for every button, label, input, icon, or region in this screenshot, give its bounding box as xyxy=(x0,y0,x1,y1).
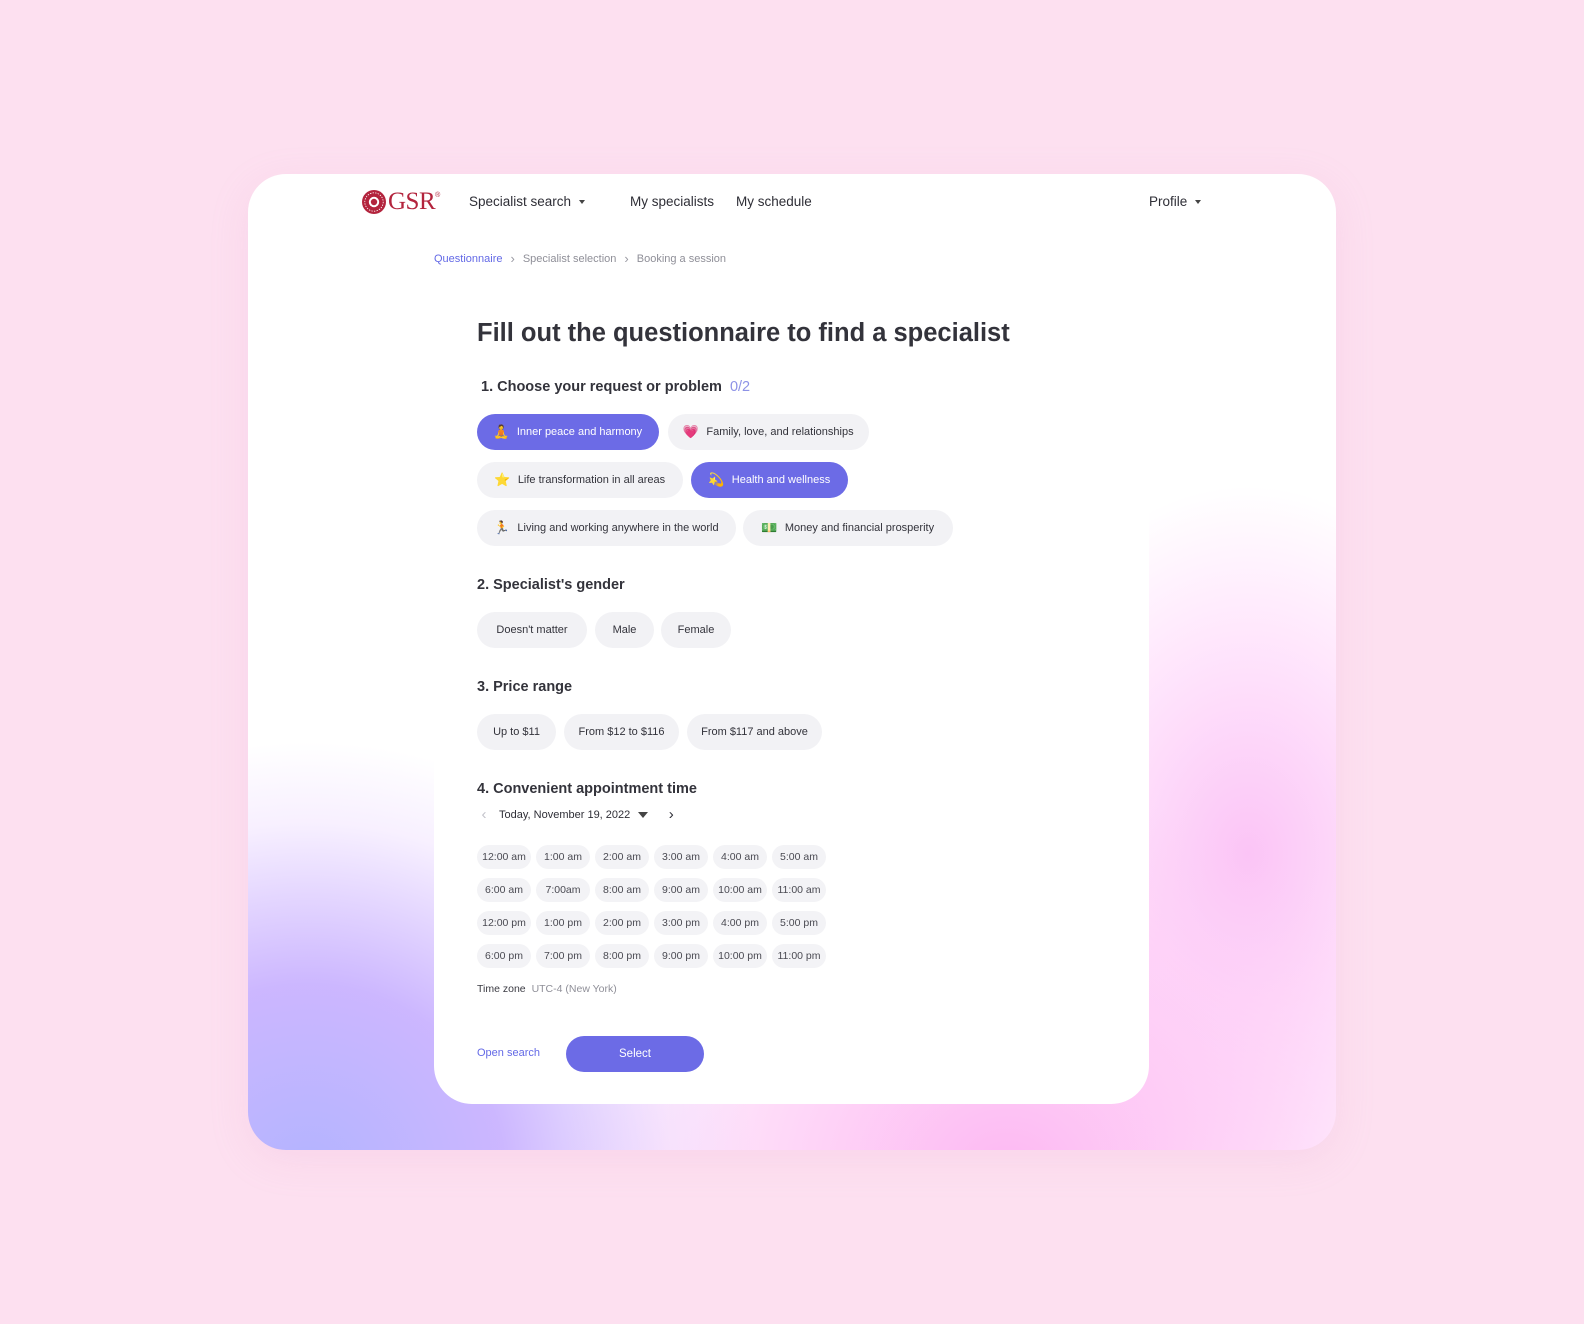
logo-emblem-icon xyxy=(362,190,386,214)
time-slot[interactable]: 7:00am xyxy=(536,878,590,902)
time-slot[interactable]: 8:00 am xyxy=(595,878,649,902)
nav-my-specialists[interactable]: My specialists xyxy=(630,194,714,209)
time-slot[interactable]: 12:00 pm xyxy=(477,911,531,935)
chip-label: Inner peace and harmony xyxy=(516,426,643,438)
time-slot[interactable]: 5:00 pm xyxy=(772,911,826,935)
time-slot[interactable]: 2:00 pm xyxy=(595,911,649,935)
sparkle-icon: 💫 xyxy=(708,472,725,487)
time-slot[interactable]: 5:00 am xyxy=(772,845,826,869)
time-slot[interactable]: 4:00 am xyxy=(713,845,767,869)
heart-icon: 💗 xyxy=(682,424,700,439)
breadcrumb: Questionnaire › Specialist selection › B… xyxy=(434,251,726,266)
chip-label: Money and financial prosperity xyxy=(784,522,935,534)
previous-day-chevron-icon[interactable]: ‹ xyxy=(477,806,491,823)
caret-down-icon xyxy=(579,199,586,204)
select-button[interactable]: Select xyxy=(566,1036,704,1072)
app-window: GSR ® Specialist search My specialists M… xyxy=(248,174,1336,1150)
time-slot[interactable]: 3:00 pm xyxy=(654,911,708,935)
time-slot[interactable]: 10:00 pm xyxy=(713,944,767,968)
time-slot[interactable]: 3:00 am xyxy=(654,845,708,869)
time-slot[interactable]: 9:00 am xyxy=(654,878,708,902)
chip-inner-peace[interactable]: 🧘 Inner peace and harmony xyxy=(477,414,659,450)
price-option-up-to-11[interactable]: Up to $11 xyxy=(477,714,556,750)
open-search-link[interactable]: Open search xyxy=(477,1047,540,1059)
date-dropdown-icon[interactable] xyxy=(638,811,649,818)
timezone-info: Time zone UTC-4 (New York) xyxy=(477,983,617,995)
chip-living-working[interactable]: 🏃 Living and working anywhere in the wor… xyxy=(477,510,736,546)
nav-profile[interactable]: Profile xyxy=(1149,194,1202,209)
gender-option-male[interactable]: Male xyxy=(595,612,654,648)
time-slot[interactable]: 11:00 am xyxy=(772,878,826,902)
nav-profile-label: Profile xyxy=(1149,194,1188,209)
chevron-right-icon: › xyxy=(510,251,515,266)
price-option-117-above[interactable]: From $117 and above xyxy=(687,714,822,750)
logo[interactable]: GSR ® xyxy=(361,188,440,216)
section-request-number: 1. xyxy=(481,379,494,395)
selection-counter: 0/2 xyxy=(729,379,751,395)
time-slot[interactable]: 6:00 am xyxy=(477,878,531,902)
time-slot[interactable]: 2:00 am xyxy=(595,845,649,869)
nav-my-schedule-label: My schedule xyxy=(736,194,812,209)
questionnaire-card: Fill out the questionnaire to find a spe… xyxy=(434,292,1149,1104)
time-slot[interactable]: 4:00 pm xyxy=(713,911,767,935)
time-slot[interactable]: 12:00 am xyxy=(477,845,531,869)
nav-my-specialists-label: My specialists xyxy=(630,194,715,209)
price-option-12-116[interactable]: From $12 to $116 xyxy=(564,714,679,750)
section-price-heading: 3. Price range xyxy=(477,679,573,695)
chip-money-prosperity[interactable]: 💵 Money and financial prosperity xyxy=(743,510,953,546)
nav-specialist-search[interactable]: Specialist search xyxy=(469,194,586,209)
nav-specialist-search-label: Specialist search xyxy=(469,194,572,209)
gender-option-female[interactable]: Female xyxy=(661,612,731,648)
breadcrumb-booking-session: Booking a session xyxy=(636,252,727,265)
section-time-heading: 4. Convenient appointment time xyxy=(477,781,697,797)
chip-life-transformation[interactable]: ⭐ Life transformation in all areas xyxy=(477,462,683,498)
chevron-right-icon: › xyxy=(624,251,629,266)
next-day-chevron-icon[interactable]: › xyxy=(664,806,678,823)
date-picker: ‹ Today, November 19, 2022 › xyxy=(477,806,678,823)
breadcrumb-questionnaire[interactable]: Questionnaire xyxy=(434,253,503,265)
running-person-icon: 🏃 xyxy=(493,520,510,535)
chip-label: Life transformation in all areas xyxy=(517,474,666,486)
timezone-label: Time zone xyxy=(477,983,526,995)
selected-date[interactable]: Today, November 19, 2022 xyxy=(499,809,630,821)
time-slot[interactable]: 7:00 pm xyxy=(536,944,590,968)
timezone-value: UTC-4 (New York) xyxy=(531,983,617,995)
chip-health-wellness[interactable]: 💫 Health and wellness xyxy=(691,462,848,498)
chip-label: Living and working anywhere in the world xyxy=(517,522,719,534)
chip-label: Family, love, and relationships xyxy=(706,426,854,438)
logo-registered-mark: ® xyxy=(435,192,441,199)
gender-option-any[interactable]: Doesn't matter xyxy=(477,612,587,648)
caret-down-icon xyxy=(1195,199,1202,204)
page-title: Fill out the questionnaire to find a spe… xyxy=(477,319,1010,347)
chip-label: Health and wellness xyxy=(731,474,831,486)
time-slot[interactable]: 9:00 pm xyxy=(654,944,708,968)
logo-text: GSR xyxy=(388,188,436,215)
time-slot[interactable]: 6:00 pm xyxy=(477,944,531,968)
time-slot[interactable]: 1:00 pm xyxy=(536,911,590,935)
top-nav: GSR ® Specialist search My specialists M… xyxy=(248,174,1336,230)
time-slot[interactable]: 1:00 am xyxy=(536,845,590,869)
section-gender-heading: 2. Specialist's gender xyxy=(477,577,625,593)
breadcrumb-specialist-selection[interactable]: Specialist selection xyxy=(523,253,617,265)
time-slot[interactable]: 10:00 am xyxy=(713,878,767,902)
time-slot-grid: 12:00 am 1:00 am 2:00 am 3:00 am 4:00 am 5:00… xyxy=(477,845,826,968)
time-slot[interactable]: 8:00 pm xyxy=(595,944,649,968)
time-slot[interactable]: 11:00 pm xyxy=(772,944,826,968)
section-request-label: Choose your request or problem xyxy=(497,379,722,395)
nav-my-schedule[interactable]: My schedule xyxy=(736,194,812,209)
meditation-icon: 🧘 xyxy=(493,424,510,439)
money-icon: 💵 xyxy=(761,520,778,535)
star-icon: ⭐ xyxy=(494,472,511,487)
chip-family-love[interactable]: 💗 Family, love, and relationships xyxy=(668,414,869,450)
section-request-heading: 1. Choose your request or problem 0/2 xyxy=(481,379,750,395)
